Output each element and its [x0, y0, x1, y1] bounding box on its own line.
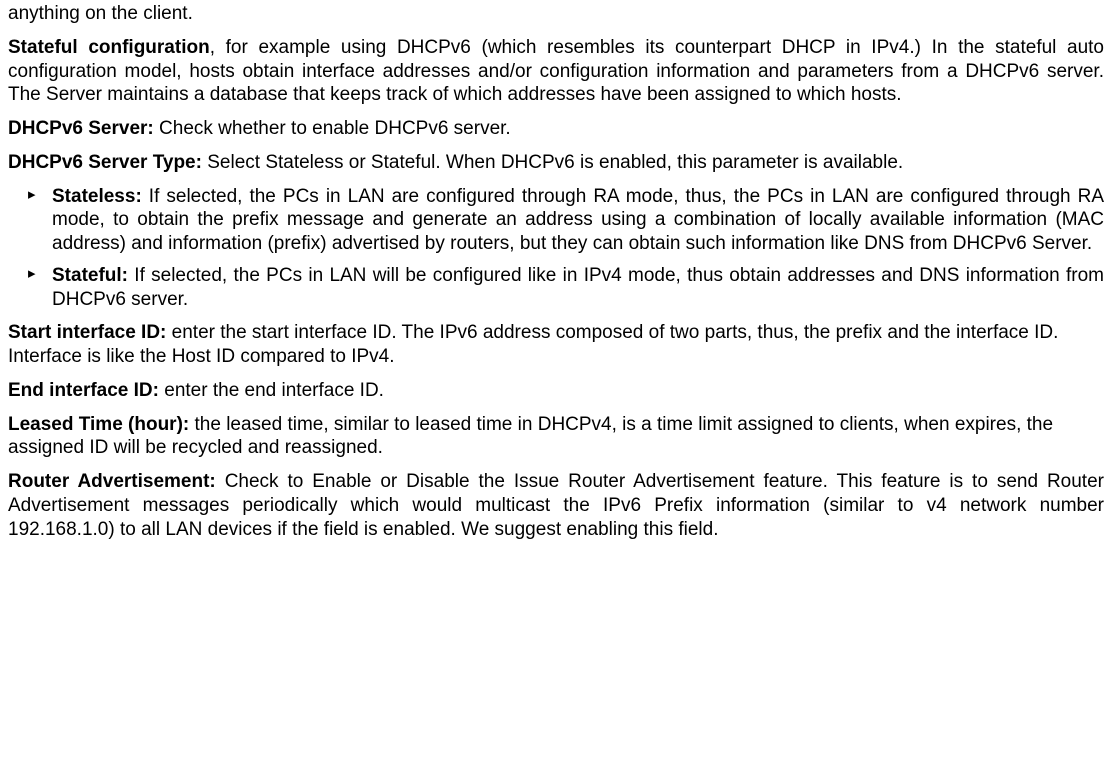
term-start-interface-id: Start interface ID:: [8, 322, 166, 343]
paragraph-leased-time: Leased Time (hour): the leased time, sim…: [8, 413, 1104, 461]
text: If selected, the PCs in LAN are configur…: [52, 186, 1104, 255]
list-item-stateful: Stateful: If selected, the PCs in LAN wi…: [8, 264, 1104, 312]
term-dhcpv6-server: DHCPv6 Server:: [8, 118, 154, 139]
text: Check whether to enable DHCPv6 server.: [154, 118, 511, 139]
paragraph-fragment: anything on the client.: [8, 2, 1104, 26]
term-stateful: Stateful:: [52, 265, 128, 286]
paragraph-end-interface-id: End interface ID: enter the end interfac…: [8, 379, 1104, 403]
paragraph-router-advertisement: Router Advertisement: Check to Enable or…: [8, 470, 1104, 541]
paragraph-dhcpv6-server-type: DHCPv6 Server Type: Select Stateless or …: [8, 151, 1104, 175]
term-router-advertisement: Router Advertisement:: [8, 471, 216, 492]
term-stateless: Stateless:: [52, 186, 142, 207]
text: Select Stateless or Stateful. When DHCPv…: [202, 152, 903, 173]
term-end-interface-id: End interface ID:: [8, 380, 159, 401]
paragraph-start-interface-id: Start interface ID: enter the start inte…: [8, 321, 1104, 369]
text: enter the end interface ID.: [159, 380, 384, 401]
option-list: Stateless: If selected, the PCs in LAN a…: [8, 185, 1104, 312]
term-dhcpv6-server-type: DHCPv6 Server Type:: [8, 152, 202, 173]
term-stateful-config: Stateful configuration: [8, 37, 210, 58]
document-body: anything on the client. Stateful configu…: [0, 0, 1112, 563]
term-leased-time: Leased Time (hour):: [8, 414, 189, 435]
text: anything on the client.: [8, 3, 193, 24]
text: If selected, the PCs in LAN will be conf…: [52, 265, 1104, 310]
list-item-stateless: Stateless: If selected, the PCs in LAN a…: [8, 185, 1104, 256]
paragraph-stateful-config: Stateful configuration, for example usin…: [8, 36, 1104, 107]
paragraph-dhcpv6-server: DHCPv6 Server: Check whether to enable D…: [8, 117, 1104, 141]
text: enter the start interface ID. The IPv6 a…: [8, 322, 1058, 367]
